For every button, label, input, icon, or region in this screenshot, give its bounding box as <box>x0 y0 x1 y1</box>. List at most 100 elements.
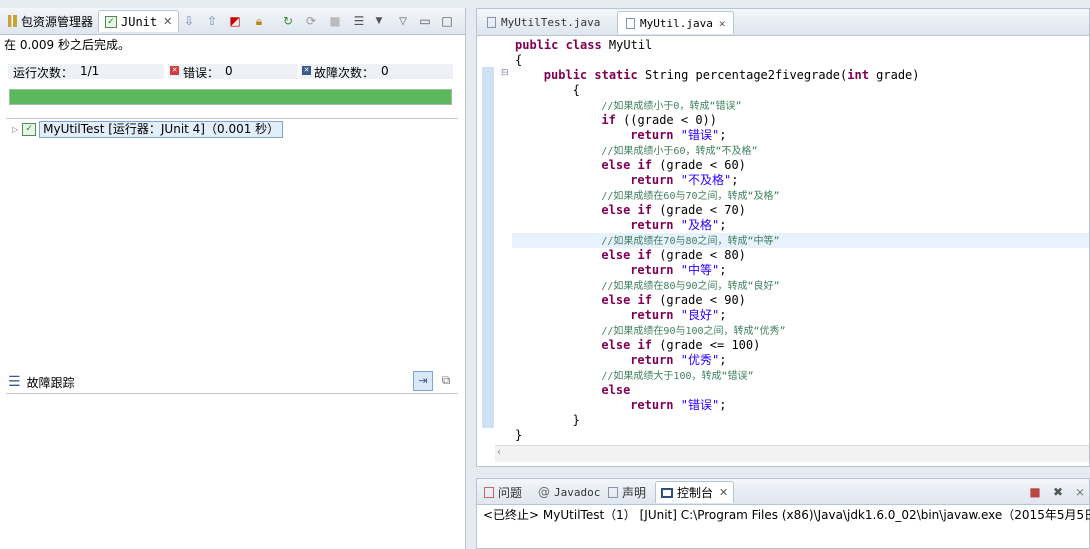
scroll-left-icon[interactable]: ‹ <box>497 447 501 458</box>
scroll-lock-icon[interactable]: 🔒︎ <box>250 12 268 30</box>
fold-collapse-icon[interactable]: ⊟ <box>501 68 509 78</box>
code-line[interactable]: public class MyUtil <box>512 38 1089 53</box>
code-line[interactable]: else if (grade < 60) <box>512 158 1089 173</box>
test-suite-pass-icon: ✓ <box>22 123 37 136</box>
code-line[interactable]: //如果成绩在90与100之间，转成“优秀” <box>512 323 1089 338</box>
runs-counter: 运行次数： 1/1 <box>8 64 164 80</box>
next-failure-icon[interactable]: ⇩ <box>180 12 198 30</box>
code-line[interactable]: } <box>512 413 1089 428</box>
code-comment: //如果成绩在90与100之间，转成“优秀” <box>601 326 786 337</box>
code-text: return "错误"; <box>512 128 726 142</box>
view-menu-icon[interactable]: ▽ <box>394 12 412 30</box>
close-icon[interactable]: ✕ <box>719 486 728 499</box>
code-line[interactable]: return "及格"; <box>512 218 1089 233</box>
code-token: (grade < 60) <box>651 158 746 172</box>
code-editor: MyUtilTest.java MyUtil.java ✕ ⊟ public c… <box>476 8 1090 467</box>
code-line[interactable]: else if (grade < 70) <box>512 203 1089 218</box>
code-text: { <box>512 53 522 67</box>
maximize-icon[interactable]: □ <box>438 12 456 30</box>
console-panel: 问题 @ Javadoc 声明 控制台 ✕ ■ ✖ ⨯ <已终止> MyUtil… <box>476 478 1090 549</box>
code-line[interactable]: return "优秀"; <box>512 353 1089 368</box>
show-failures-only-icon[interactable]: ◩ <box>226 12 244 30</box>
code-string: "错误" <box>680 398 720 412</box>
code-line[interactable]: return "良好"; <box>512 308 1089 323</box>
runs-label: 运行次数： <box>13 66 74 80</box>
code-line[interactable]: //如果成绩小于0，转成“错误” <box>512 98 1089 113</box>
code-keyword: else if <box>601 338 652 352</box>
failures-counter: ✕ 故障次数： 0 <box>300 64 453 80</box>
code-string: "良好" <box>680 308 720 322</box>
terminate-icon[interactable]: ■ <box>1026 483 1044 501</box>
code-text: return "错误"; <box>512 398 726 412</box>
counters-bar: 运行次数： 1/1 ✕ 错误： 0 ✕ 故障次数： 0 <box>8 64 453 80</box>
test-tree-label[interactable]: MyUtilTest [运行器：JUnit 4]（0.001 秒） <box>39 121 284 138</box>
failure-icon: ✕ <box>302 66 311 75</box>
code-text: else if (grade < 90) <box>512 293 746 307</box>
code-text: else if (grade <= 100) <box>512 338 760 352</box>
code-area[interactable]: public class MyUtil{public static String… <box>512 35 1089 447</box>
stop-icon[interactable]: ■ <box>326 12 344 30</box>
tab-declaration[interactable]: 声明 <box>603 481 651 503</box>
code-line[interactable]: return "错误"; <box>512 398 1089 413</box>
test-tree-row[interactable]: ▷ ✓ MyUtilTest [运行器：JUnit 4]（0.001 秒） <box>12 121 284 138</box>
tab-junit[interactable]: ✓ JUnit ✕ <box>98 10 180 32</box>
tab-myutiltest-java[interactable]: MyUtilTest.java <box>479 11 608 34</box>
rerun-failed-first-icon[interactable]: ⟳ <box>302 12 320 30</box>
remove-all-terminated-icon[interactable]: ⨯ <box>1071 483 1089 501</box>
code-text: //如果成绩大于100，转成“错误” <box>512 368 753 382</box>
code-line[interactable]: else if (grade <= 100) <box>512 338 1089 353</box>
code-token: ((grade < 0)) <box>615 113 717 127</box>
code-line[interactable]: } <box>512 428 1089 443</box>
history-icon[interactable]: ☰ <box>350 12 368 30</box>
code-line[interactable]: //如果成绩小于60，转成“不及格” <box>512 143 1089 158</box>
code-text: return "中等"; <box>512 263 726 277</box>
code-line[interactable]: //如果成绩在70与80之间，转成“中等” <box>512 233 1089 248</box>
code-line[interactable]: else if (grade < 90) <box>512 293 1089 308</box>
history-dropdown-icon[interactable]: ▼ <box>370 12 388 30</box>
code-text: return "不及格"; <box>512 173 738 187</box>
close-icon[interactable]: ✕ <box>163 15 172 28</box>
code-comment: //如果成绩小于0，转成“错误” <box>601 101 742 112</box>
code-text: //如果成绩在80与90之间，转成“良好” <box>512 278 779 292</box>
code-text: { <box>512 83 580 97</box>
tab-label: 声明 <box>622 485 647 500</box>
horizontal-scrollbar[interactable]: ‹ <box>495 445 1089 462</box>
tab-problems[interactable]: 问题 <box>479 481 527 503</box>
code-token: } <box>515 428 523 442</box>
code-text: } <box>512 428 522 442</box>
previous-failure-icon[interactable]: ⇧ <box>203 12 221 30</box>
code-line[interactable]: { <box>512 83 1089 98</box>
code-line[interactable]: //如果成绩大于100，转成“错误” <box>512 368 1089 383</box>
code-text: public class MyUtil <box>512 38 652 52</box>
filter-stack-trace-icon[interactable]: ⇥ <box>413 371 433 391</box>
code-string: "中等" <box>680 263 720 277</box>
close-icon[interactable]: ✕ <box>719 17 726 30</box>
code-token: ; <box>719 308 727 322</box>
remove-launch-icon[interactable]: ✖ <box>1049 483 1067 501</box>
code-line[interactable]: //如果成绩在80与90之间，转成“良好” <box>512 278 1089 293</box>
rerun-test-icon[interactable]: ↻ <box>279 12 297 30</box>
tab-console[interactable]: 控制台 ✕ <box>655 481 735 503</box>
code-text: return "良好"; <box>512 308 726 322</box>
code-comment: //如果成绩小于60，转成“不及格” <box>601 146 758 157</box>
tab-javadoc[interactable]: @ Javadoc <box>533 481 605 503</box>
code-line[interactable]: //如果成绩在60与70之间，转成“及格” <box>512 188 1089 203</box>
code-line[interactable]: return "中等"; <box>512 263 1089 278</box>
failure-trace-header: ☰ 故障跟踪 ⇥ ⧉ <box>6 371 458 394</box>
tab-package-explorer[interactable]: 包资源管理器 <box>2 10 99 32</box>
code-line[interactable]: else if (grade < 80) <box>512 248 1089 263</box>
code-line[interactable]: return "不及格"; <box>512 173 1089 188</box>
tab-myutil-java[interactable]: MyUtil.java ✕ <box>617 11 735 34</box>
code-line[interactable]: public static String percentage2fivegrad… <box>512 68 1089 83</box>
code-line[interactable]: { <box>512 53 1089 68</box>
code-line[interactable]: return "错误"; <box>512 128 1089 143</box>
javadoc-icon: @ <box>538 485 550 499</box>
compare-result-icon[interactable]: ⧉ <box>437 373 455 391</box>
expand-arrow-icon[interactable]: ▷ <box>12 125 18 134</box>
code-line[interactable]: if ((grade < 0)) <box>512 113 1089 128</box>
code-line[interactable]: else <box>512 383 1089 398</box>
code-token: (grade <= 100) <box>651 338 761 352</box>
minimize-icon[interactable]: ▭ <box>416 12 434 30</box>
code-keyword: return <box>630 218 681 232</box>
junit-view: 包资源管理器 ✓ JUnit ✕ ⇩ ⇧ ◩ 🔒︎ ↻ ⟳ ■ ☰ ▼ ▽ ▭ … <box>0 8 466 549</box>
